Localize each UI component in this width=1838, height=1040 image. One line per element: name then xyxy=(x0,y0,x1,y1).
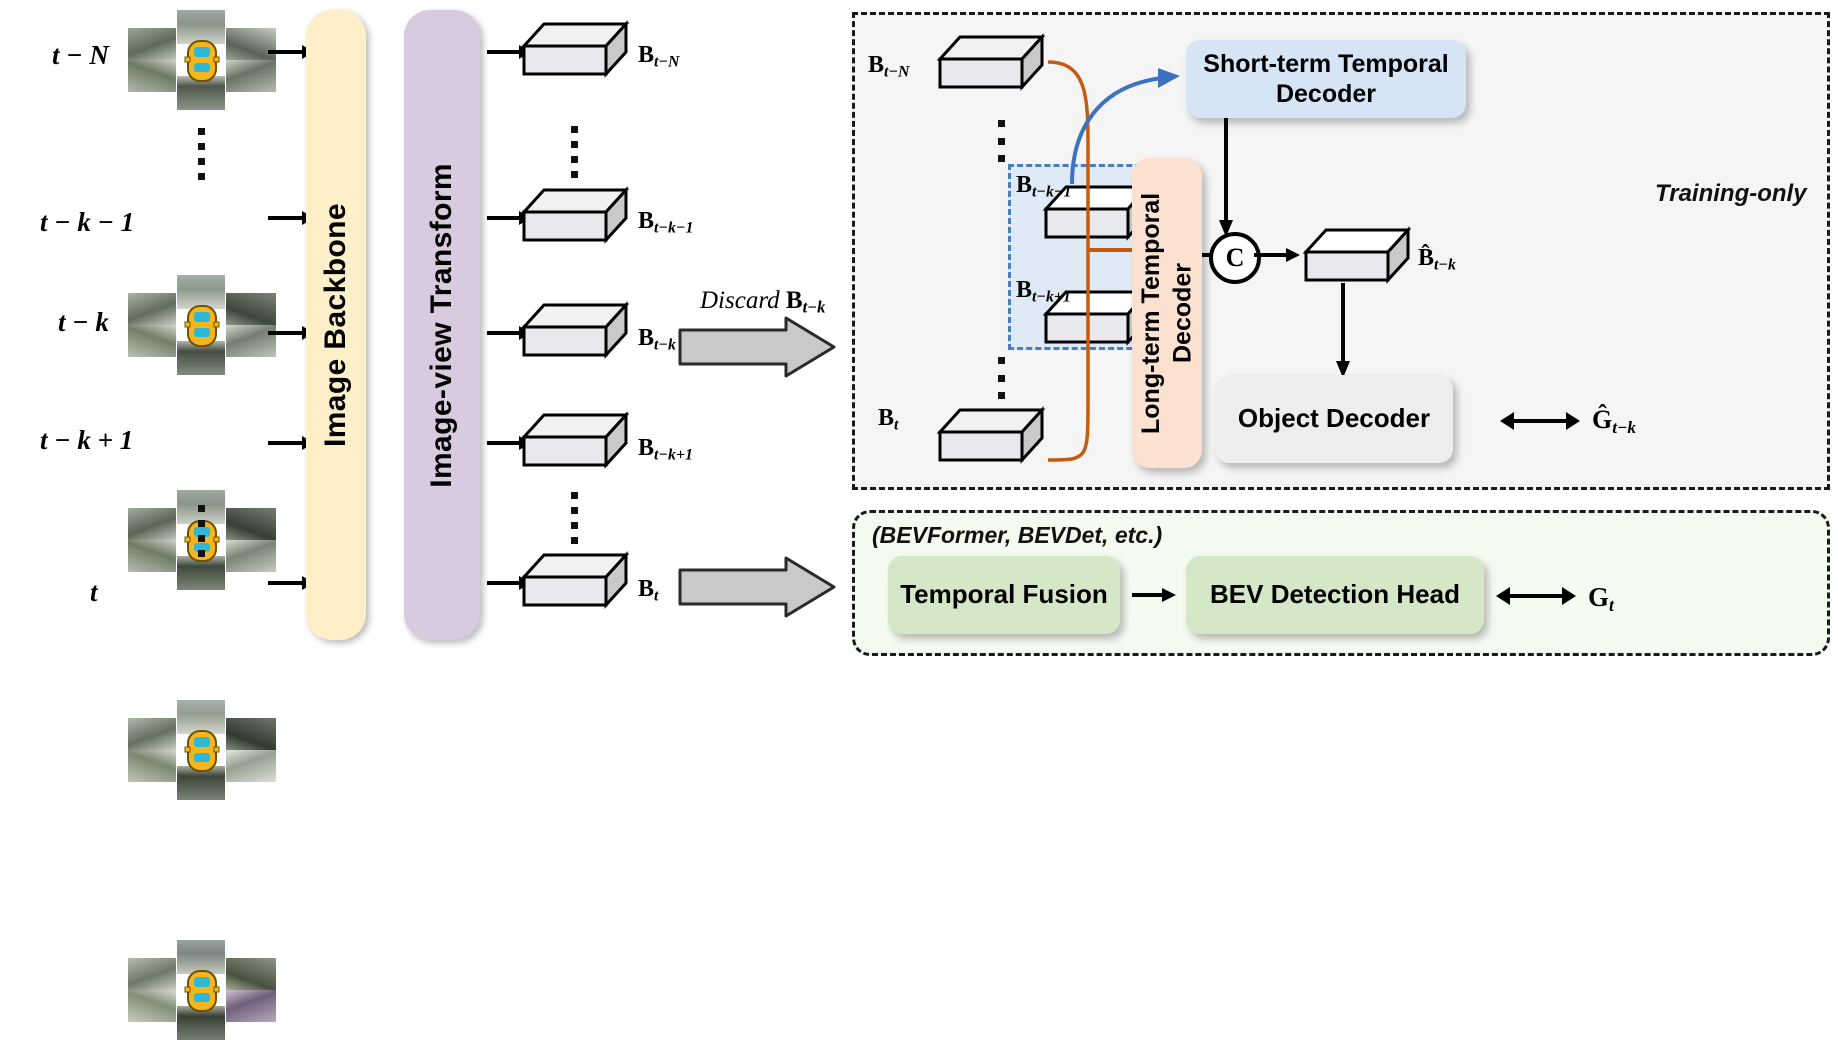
arrow-concat-to-reconstructed-bev xyxy=(1254,248,1300,262)
camera-view-back-left xyxy=(128,540,176,572)
discard-label: Discard Bt−k xyxy=(700,287,826,317)
arrow-reconstructed-to-object-decoder xyxy=(1336,283,1350,378)
to-detection-gray-arrow xyxy=(678,556,836,618)
camera-view-front xyxy=(177,940,225,974)
discard-label-prefix: Discard xyxy=(700,287,786,314)
camera-view-back-right xyxy=(226,750,276,782)
long-term-temporal-decoder-label: Long-term Temporal Decoder xyxy=(1136,192,1196,434)
time-label-t-minus-N: t − N xyxy=(52,40,109,70)
panel-bev-label-t: Bt xyxy=(878,405,899,434)
detection-panel-note: (BEVFormer, BEVDet, etc.) xyxy=(872,522,1163,548)
camera-mosaic-t xyxy=(128,940,278,1040)
camera-view-front-right xyxy=(226,718,276,750)
bev-feature-slab-t xyxy=(520,551,630,609)
bev-feature-slab-t-minus-k xyxy=(520,301,630,359)
ego-vehicle-icon xyxy=(184,40,220,82)
bev-label-t-minus-k-1: Bt−k−1 xyxy=(638,208,694,237)
short-term-temporal-decoder-label: Short-term Temporal Decoder xyxy=(1203,49,1449,109)
ellipsis-cameras-bottom xyxy=(197,505,205,557)
image-backbone-label: Image Backbone xyxy=(319,202,352,448)
long-term-temporal-decoder-block[interactable]: Long-term Temporal Decoder xyxy=(1132,158,1202,468)
camera-view-front xyxy=(177,10,225,44)
time-label-t: t xyxy=(90,577,98,607)
arrow-short-term-to-concat xyxy=(1219,118,1233,237)
camera-view-front xyxy=(177,700,225,734)
camera-view-back-left xyxy=(128,990,176,1022)
ground-truth-label-detection: Gt xyxy=(1588,582,1614,615)
ellipsis-cameras-top xyxy=(197,128,205,180)
camera-view-front-left xyxy=(128,958,176,990)
panel-bev-slab-t xyxy=(936,406,1046,464)
panel-bev-label-t-minus-N: Bt−N xyxy=(868,52,910,81)
bev-feature-slab-t-minus-N xyxy=(520,20,630,78)
time-label-t-minus-k: t − k xyxy=(58,307,109,337)
camera-view-front xyxy=(177,275,225,309)
bev-label-t: Bt xyxy=(638,576,659,605)
ground-truth-label-training: Ĝt−k xyxy=(1592,405,1636,437)
camera-view-front-left xyxy=(128,508,176,540)
ellipsis-panel-bottom xyxy=(997,357,1005,399)
bev-label-t-minus-N: Bt−N xyxy=(638,42,680,71)
camera-mosaic-t-minus-k-plus-1 xyxy=(128,700,278,800)
camera-view-front-left xyxy=(128,718,176,750)
bev-feature-slab-t-minus-k-plus-1 xyxy=(520,411,630,469)
double-arrow-object-decoder-gt xyxy=(1500,412,1580,430)
bev-label-t-minus-k: Bt−k xyxy=(638,325,676,354)
ego-vehicle-icon xyxy=(184,305,220,347)
time-label-t-minus-k-1: t − k − 1 xyxy=(40,207,135,237)
bev-detection-head-block[interactable]: BEV Detection Head xyxy=(1186,556,1484,634)
ellipsis-bev-top xyxy=(570,126,578,178)
diagram-root: t − N t − k − 1 t − k t − k + 1 t Image … xyxy=(0,0,1838,1040)
camera-view-front-right xyxy=(226,293,276,325)
camera-view-back-right xyxy=(226,60,276,92)
panel-bev-slab-t-minus-N xyxy=(936,33,1046,91)
camera-view-back-right xyxy=(226,990,276,1022)
temporal-fusion-label: Temporal Fusion xyxy=(900,579,1108,610)
bev-detection-head-label: BEV Detection Head xyxy=(1210,579,1460,610)
reconstructed-bev-slab xyxy=(1302,226,1412,284)
camera-view-back-left xyxy=(128,60,176,92)
arrow-fusion-to-head xyxy=(1132,588,1176,602)
time-label-t-minus-k+1: t − k + 1 xyxy=(40,425,134,455)
camera-view-front-right xyxy=(226,958,276,990)
double-arrow-head-gt xyxy=(1496,587,1576,605)
short-term-temporal-decoder-block[interactable]: Short-term Temporal Decoder xyxy=(1186,40,1466,118)
bev-feature-slab-t-minus-k-1 xyxy=(520,186,630,244)
ellipsis-panel-top xyxy=(997,120,1005,162)
camera-view-front-right xyxy=(226,508,276,540)
bev-label-t-minus-k-plus-1: Bt−k+1 xyxy=(638,435,693,464)
training-only-note: Training-only xyxy=(1655,180,1807,207)
camera-view-back-right xyxy=(226,540,276,572)
object-decoder-label: Object Decoder xyxy=(1237,403,1431,434)
reconstructed-bev-label: B̂t−k xyxy=(1418,245,1456,274)
discard-gray-arrow xyxy=(678,316,836,378)
camera-mosaic-t-minus-k-1 xyxy=(128,275,278,375)
camera-mosaic-t-minus-N xyxy=(128,10,278,110)
camera-view-back-left xyxy=(128,750,176,782)
ellipsis-bev-bottom xyxy=(570,492,578,544)
camera-view-front-left xyxy=(128,28,176,60)
image-backbone-block[interactable]: Image Backbone xyxy=(306,10,366,640)
image-view-transform-label: Image-view Transform xyxy=(425,162,458,488)
temporal-fusion-block[interactable]: Temporal Fusion xyxy=(888,556,1120,634)
ego-vehicle-icon xyxy=(184,730,220,772)
image-view-transform-block[interactable]: Image-view Transform xyxy=(404,10,480,640)
camera-view-front-left xyxy=(128,293,176,325)
object-decoder-block[interactable]: Object Decoder xyxy=(1215,375,1453,463)
ego-vehicle-icon xyxy=(184,970,220,1012)
camera-view-back-left xyxy=(128,325,176,357)
